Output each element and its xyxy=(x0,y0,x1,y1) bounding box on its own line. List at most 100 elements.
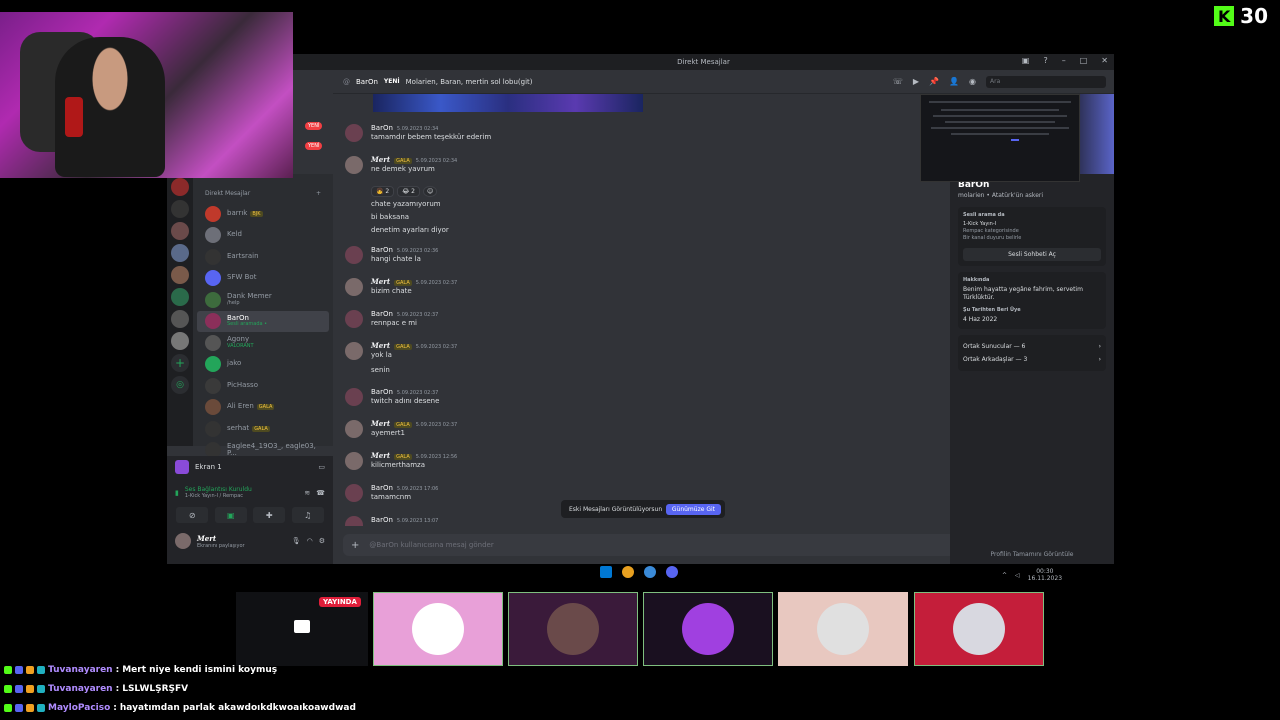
video-call-icon[interactable]: ▶ xyxy=(913,77,919,86)
activities-button[interactable]: ✚ xyxy=(253,507,286,523)
add-reaction-icon[interactable]: ☺ xyxy=(423,186,438,197)
chevron-up-icon[interactable]: ^ xyxy=(1002,572,1007,579)
create-dm-icon[interactable]: + xyxy=(316,190,321,197)
add-friends-icon[interactable]: 👤 xyxy=(949,77,959,86)
message[interactable]: BarOn 5.09.2023 02:37 rennpac e mi xyxy=(345,310,438,328)
message-input[interactable]: @BarOn kullanıcısına mesaj gönder xyxy=(369,541,493,549)
avatar[interactable] xyxy=(345,342,363,360)
camera-off-button[interactable]: ⊘ xyxy=(176,507,209,523)
message[interactable]: Mert GALA 5.09.2023 02:37 yok la xyxy=(345,341,457,360)
avatar[interactable] xyxy=(345,156,363,174)
embed-image[interactable] xyxy=(373,94,643,112)
server-icon[interactable] xyxy=(171,200,189,218)
avatar[interactable] xyxy=(175,533,191,549)
message[interactable]: BarOn 5.09.2023 02:37 twitch adını desene xyxy=(345,388,439,406)
server-icon[interactable] xyxy=(171,288,189,306)
view-full-profile-link[interactable]: Profilin Tamamını Görüntüle xyxy=(950,551,1114,558)
avatar[interactable] xyxy=(345,420,363,438)
message-author[interactable]: Mert xyxy=(371,277,390,287)
message[interactable]: Mert GALA 5.09.2023 02:37 ayemert1 xyxy=(345,419,457,438)
screen-share-button[interactable]: ▣ xyxy=(214,507,247,523)
search-input[interactable]: Ara xyxy=(986,75,1106,88)
message-author[interactable]: BarOn xyxy=(371,484,393,493)
dm-item[interactable]: jako xyxy=(197,354,329,376)
message[interactable]: Mert GALA 5.09.2023 02:34 ne demek yavrum xyxy=(345,155,457,174)
screen-share-row[interactable]: Ekran 1 ▭ xyxy=(167,456,333,478)
attach-icon[interactable]: + xyxy=(351,540,359,551)
microphone-icon[interactable]: 🎙 xyxy=(292,537,301,545)
dm-item[interactable]: SFW Bot xyxy=(197,268,329,290)
message-author[interactable]: BarOn xyxy=(371,388,393,397)
settings-icon[interactable]: ⚙ xyxy=(319,537,325,545)
noise-suppression-icon[interactable]: ≋ xyxy=(304,489,310,497)
server-icon[interactable] xyxy=(171,244,189,262)
message-author[interactable]: Mert xyxy=(371,419,390,429)
mutual-servers[interactable]: Ortak Sunucular — 6 › xyxy=(963,340,1101,353)
avatar[interactable] xyxy=(345,310,363,328)
reaction[interactable]: 😂 2 xyxy=(397,186,420,197)
dm-item[interactable]: barrık BJK xyxy=(197,203,329,225)
message-author[interactable]: Mert xyxy=(371,341,390,351)
avatar[interactable] xyxy=(345,484,363,502)
close-icon[interactable]: ✕ xyxy=(1101,56,1108,65)
dm-item[interactable]: Eartsrain xyxy=(197,246,329,268)
help-icon[interactable]: ? xyxy=(1043,56,1047,65)
message-author[interactable]: BarOn xyxy=(371,310,393,319)
message-author[interactable]: Mert xyxy=(371,155,390,165)
server-icon[interactable] xyxy=(171,178,189,196)
soundboard-button[interactable]: ♫ xyxy=(291,507,324,523)
maximize-icon[interactable]: □ xyxy=(1080,56,1088,65)
headphones-icon[interactable]: ◠ xyxy=(307,537,313,545)
dm-item[interactable]: Ali Eren GALA xyxy=(197,397,329,419)
avatar[interactable] xyxy=(345,388,363,406)
message[interactable]: BarOn 5.09.2023 13:07 xyxy=(345,516,438,526)
popout-icon[interactable]: ▭ xyxy=(318,463,325,471)
disconnect-icon[interactable]: ☎ xyxy=(316,489,325,497)
message-author[interactable]: BarOn xyxy=(371,246,393,255)
server-icon[interactable] xyxy=(171,266,189,284)
avatar[interactable] xyxy=(345,124,363,142)
message-author[interactable]: BarOn xyxy=(371,124,393,133)
dm-item[interactable]: PicHasso xyxy=(197,375,329,397)
server-icon[interactable] xyxy=(171,222,189,240)
dm-item[interactable]: Agony VALORANT xyxy=(197,332,329,354)
server-icon[interactable] xyxy=(171,332,189,350)
volume-icon[interactable]: ◁ xyxy=(1015,572,1020,579)
message[interactable]: BarOn 5.09.2023 17:06 tamamcnm xyxy=(345,484,438,502)
voice-call-icon[interactable]: ☏ xyxy=(893,77,903,86)
steam-icon[interactable] xyxy=(644,566,656,578)
message[interactable]: Mert GALA 5.09.2023 02:37 bizim chate xyxy=(345,277,457,296)
discord-taskbar-icon[interactable] xyxy=(666,566,678,578)
message-author[interactable]: BarOn xyxy=(371,516,393,525)
open-voice-chat-button[interactable]: Sesli Sohbeti Aç xyxy=(963,248,1101,261)
dm-item[interactable]: Dank Memer/help xyxy=(197,289,329,311)
minimize-icon[interactable]: – xyxy=(1062,56,1066,65)
windows-start-icon[interactable] xyxy=(600,566,612,578)
participant-tile[interactable] xyxy=(778,592,908,666)
dm-item[interactable]: Keld xyxy=(197,225,329,247)
pinned-icon[interactable]: 📌 xyxy=(929,77,939,86)
participant-tile[interactable] xyxy=(643,592,773,666)
participant-tile[interactable] xyxy=(508,592,638,666)
add-server-icon[interactable]: + xyxy=(171,354,189,372)
dm-item[interactable]: serhat GALA xyxy=(197,418,329,440)
avatar[interactable] xyxy=(345,516,363,526)
participant-tile[interactable] xyxy=(914,592,1044,666)
explore-icon[interactable]: ◎ xyxy=(171,376,189,394)
avatar[interactable] xyxy=(345,246,363,264)
server-icon[interactable] xyxy=(171,310,189,328)
inbox-icon[interactable]: ▣ xyxy=(1022,56,1030,65)
participant-tile[interactable] xyxy=(373,592,503,666)
avatar[interactable] xyxy=(345,452,363,470)
profile-toggle-icon[interactable]: ◉ xyxy=(969,77,976,86)
message-author[interactable]: Mert xyxy=(371,451,390,461)
chrome-icon[interactable] xyxy=(622,566,634,578)
jump-to-present-button[interactable]: Günümüze Git xyxy=(665,503,721,515)
message[interactable]: Mert GALA 5.09.2023 12:56 kilicmerthamza xyxy=(345,451,457,470)
reaction[interactable]: 👧 2 xyxy=(371,186,395,197)
message[interactable]: BarOn 5.09.2023 02:36 hangi chate la xyxy=(345,246,438,264)
avatar[interactable] xyxy=(345,278,363,296)
mutual-friends[interactable]: Ortak Arkadaşlar — 3 › xyxy=(963,353,1101,366)
dm-item[interactable]: BarOn Sesli aramada • xyxy=(197,310,329,332)
message[interactable]: BarOn 5.09.2023 02:34 tamamdır bebem teşek… xyxy=(345,124,491,142)
